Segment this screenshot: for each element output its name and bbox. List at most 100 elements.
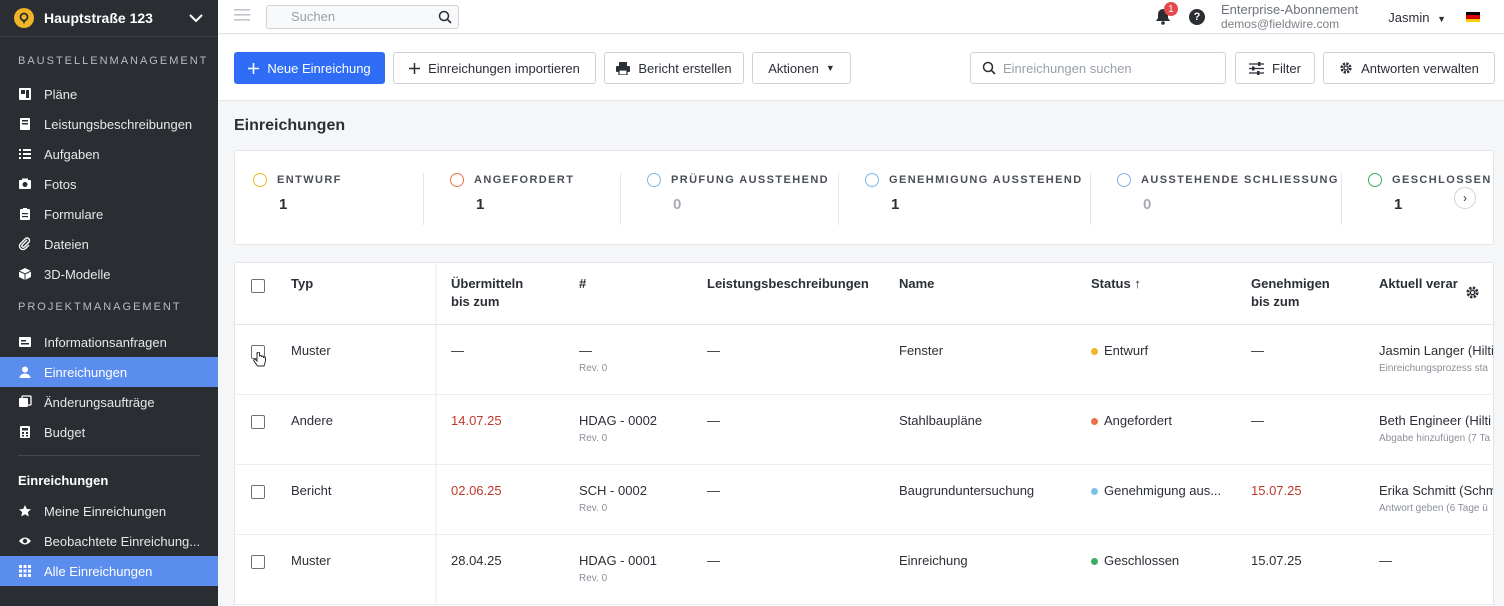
stat-label: GESCHLOSSEN [1392, 174, 1492, 186]
header-number[interactable]: # [579, 275, 586, 293]
help-icon[interactable]: ? [1188, 9, 1205, 25]
table-header: Typ Übermitteln bis zum # Leistungsbesch… [235, 263, 1493, 325]
status-label: Geschlossen [1104, 553, 1180, 568]
header-submit-by[interactable]: Übermitteln bis zum [451, 275, 523, 311]
caret-down-icon: ▼ [1437, 13, 1446, 24]
submittal-search-input[interactable]: Einreichungen suchen [970, 52, 1226, 84]
current-assignee: Jasmin Langer (Hilti [1379, 343, 1494, 358]
number-value: HDAG - 0002 [579, 413, 658, 428]
sidebar-item-watched[interactable]: Beobachtete Einreichung... [0, 526, 218, 556]
cell-number: SCH - 0002 Rev. 0 [579, 483, 647, 514]
sidebar-item-all-submittals[interactable]: Alle Einreichungen [0, 556, 218, 586]
global-search-input[interactable]: Suchen [266, 4, 459, 29]
caret-down-icon: ▼ [825, 63, 835, 73]
row-checkbox[interactable] [251, 485, 265, 499]
cell-approve-by: 15.07.25 [1251, 483, 1302, 498]
sidebar-item-submittals[interactable]: Einreichungen [0, 357, 218, 387]
filter-label: Filter [1272, 60, 1301, 76]
section-title-submittals: Einreichungen [18, 472, 109, 488]
status-dot [1091, 348, 1098, 356]
sidebar-item-3d-models[interactable]: 3D-Modelle [0, 259, 218, 289]
cell-specs: — [707, 553, 720, 568]
paperclip-icon [18, 237, 32, 251]
status-dot [1091, 488, 1098, 496]
table-row[interactable]: Muster — — Rev. 0 — Fenster Entwurf — Ja… [235, 325, 1493, 395]
search-icon [982, 61, 996, 78]
cell-current: Beth Engineer (Hilti Abgabe hinzufügen (… [1379, 413, 1491, 444]
sliders-icon [1249, 61, 1265, 75]
table-row[interactable]: Andere 14.07.25 HDAG - 0002 Rev. 0 — Sta… [235, 395, 1493, 465]
sidebar-item-photos[interactable]: Fotos [0, 169, 218, 199]
cell-name: Stahlbaupläne [899, 413, 983, 428]
header-type[interactable]: Typ [291, 275, 313, 293]
cell-name: Baugrunduntersuchung [899, 483, 1035, 498]
stat-count: 1 [476, 196, 485, 213]
cell-number: — Rev. 0 [579, 343, 607, 374]
header-specs[interactable]: Leistungsbeschreibungen [707, 275, 869, 293]
cell-specs: — [707, 483, 720, 498]
row-checkbox[interactable] [251, 415, 265, 429]
header-approve-by[interactable]: Genehmigen bis zum [1251, 275, 1330, 311]
chevron-right-icon[interactable]: › [1454, 187, 1476, 209]
sidebar-item-files[interactable]: Dateien [0, 229, 218, 259]
stat-approval-pending[interactable]: GENEHMIGUNG AUSSTEHEND 1 [865, 173, 1083, 225]
stat-count: 0 [1143, 196, 1152, 213]
stat-draft[interactable]: ENTWURF 1 [253, 173, 342, 225]
plan-name: Enterprise-Abonnement [1220, 2, 1359, 17]
import-submittals-button[interactable]: Einreichungen importieren [393, 52, 596, 84]
stat-review-pending[interactable]: PRÜFUNG AUSSTEHEND 0 [647, 173, 829, 225]
create-report-button[interactable]: Bericht erstellen [604, 52, 744, 84]
sidebar-item-label: Aufgaben [44, 146, 100, 162]
cell-current: — [1379, 553, 1392, 568]
header-line: Genehmigen [1251, 276, 1330, 291]
table-row[interactable]: Bericht 02.06.25 SCH - 0002 Rev. 0 — Bau… [235, 465, 1493, 535]
list-icon [18, 147, 32, 161]
sidebar-item-my-submittals[interactable]: Meine Einreichungen [0, 496, 218, 526]
status-summary: ENTWURF 1 ANGEFORDERT 1 PRÜFUNG AUSSTEHE… [234, 150, 1494, 245]
gear-icon[interactable] [1465, 285, 1480, 303]
cell-name: Fenster [899, 343, 944, 358]
row-checkbox[interactable] [251, 555, 265, 569]
header-status[interactable]: Status ↑ [1091, 275, 1141, 293]
menu-icon[interactable] [234, 8, 250, 26]
sidebar-item-label: Beobachtete Einreichung... [44, 533, 201, 549]
project-switcher[interactable]: Hauptstraße 123 [0, 0, 218, 37]
camera-icon [18, 177, 32, 191]
actions-dropdown[interactable]: Aktionen ▼ [752, 52, 851, 84]
chevron-down-icon[interactable] [188, 10, 204, 26]
sidebar-item-label: Pläne [44, 86, 78, 102]
user-menu[interactable]: Jasmin ▼ [1388, 10, 1446, 25]
cell-type: Bericht [291, 483, 332, 498]
cell-approve-by: 15.07.25 [1251, 553, 1302, 568]
sidebar-item-tasks[interactable]: Aufgaben [0, 139, 218, 169]
new-submittal-button[interactable]: Neue Einreichung [234, 52, 385, 84]
select-all-checkbox[interactable] [251, 279, 265, 293]
manage-answers-button[interactable]: Antworten verwalten [1323, 52, 1495, 84]
sidebar-item-forms[interactable]: Formulare [0, 199, 218, 229]
sidebar-item-plans[interactable]: Pläne [0, 79, 218, 109]
table-row[interactable]: Muster 28.04.25 HDAG - 0001 Rev. 0 — Ein… [235, 535, 1493, 605]
notifications-button[interactable]: 1 [1155, 2, 1178, 26]
sidebar-item-budget[interactable]: Budget [0, 417, 218, 447]
status-dot [1091, 558, 1098, 566]
header-name[interactable]: Name [899, 275, 934, 293]
plus-icon [248, 62, 260, 74]
stat-requested[interactable]: ANGEFORDERT 1 [450, 173, 574, 225]
sidebar-item-change-orders[interactable]: Änderungsaufträge [0, 387, 218, 417]
filter-button[interactable]: Filter [1235, 52, 1315, 84]
sidebar-item-rfi[interactable]: Informationsanfragen [0, 327, 218, 357]
sidebar-item-label: Dateien [44, 236, 89, 252]
cell-submit-by: — [451, 343, 464, 358]
language-flag-icon[interactable] [1466, 12, 1480, 22]
header-current[interactable]: Aktuell verar [1379, 275, 1458, 293]
cell-specs: — [707, 343, 720, 358]
new-submittal-label: Neue Einreichung [267, 60, 371, 76]
stat-closing-pending[interactable]: AUSSTEHENDE SCHLIESSUNG 0 [1117, 173, 1339, 225]
account-info: Enterprise-Abonnement demos@fieldwire.co… [1220, 2, 1359, 32]
cell-specs: — [707, 413, 720, 428]
submittals-table: Typ Übermitteln bis zum # Leistungsbesch… [234, 262, 1494, 606]
cell-status: Angefordert [1091, 413, 1172, 428]
plans-icon [18, 87, 32, 101]
sidebar-item-specs[interactable]: Leistungsbeschreibungen [0, 109, 218, 139]
stat-divider [838, 173, 839, 225]
